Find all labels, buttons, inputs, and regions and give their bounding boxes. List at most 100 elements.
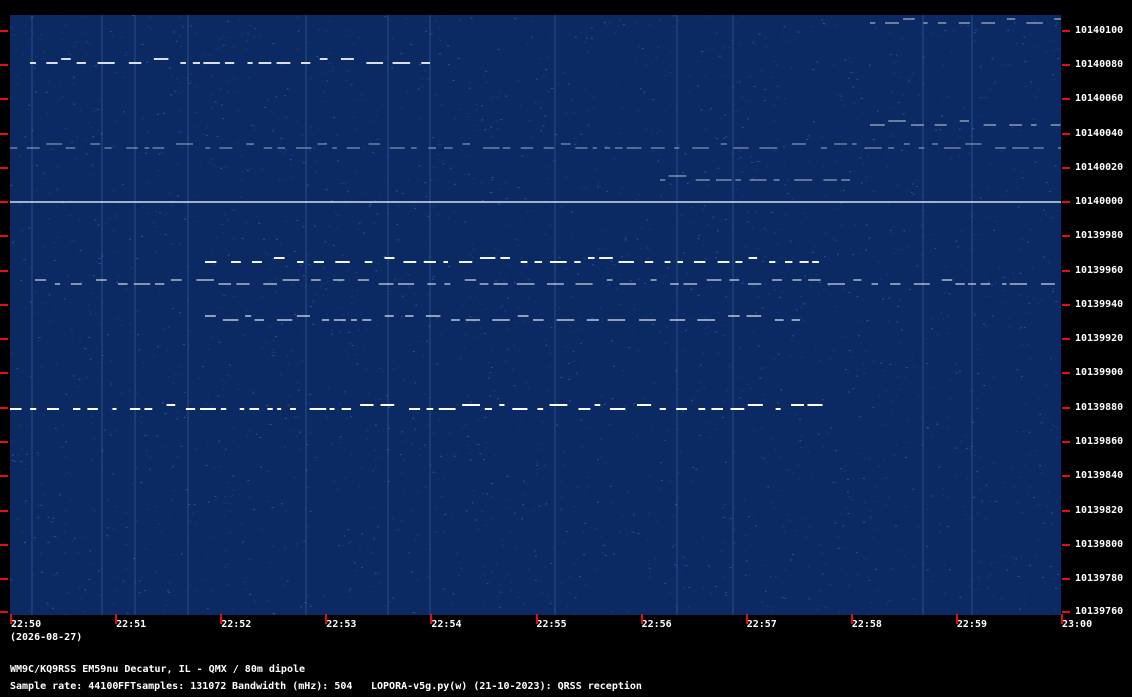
noise-speck (263, 106, 266, 108)
noise-speck (92, 137, 95, 139)
noise-speck (723, 45, 726, 47)
noise-speck (313, 147, 316, 149)
noise-speck (475, 443, 478, 445)
noise-speck (815, 274, 818, 276)
noise-speck (574, 50, 577, 52)
noise-speck (34, 91, 37, 93)
noise-speck (289, 395, 292, 397)
noise-speck (703, 75, 706, 77)
noise-speck (548, 365, 551, 367)
noise-speck (916, 265, 919, 267)
noise-speck (637, 194, 640, 196)
noise-speck (881, 130, 884, 132)
noise-speck (500, 118, 503, 120)
noise-speck (309, 603, 312, 605)
noise-speck (218, 313, 221, 315)
noise-speck (508, 507, 511, 509)
noise-speck (16, 83, 19, 85)
noise-speck (991, 510, 994, 512)
noise-speck (183, 203, 186, 205)
noise-speck (981, 500, 984, 502)
noise-speck (717, 230, 720, 232)
noise-speck (1013, 277, 1016, 279)
noise-speck (255, 521, 258, 523)
noise-speck (1047, 492, 1050, 494)
noise-speck (636, 435, 639, 437)
noise-speck (63, 298, 66, 300)
noise-speck (344, 477, 347, 479)
noise-speck (227, 584, 230, 586)
noise-speck (962, 107, 965, 109)
noise-speck (307, 41, 310, 43)
noise-speck (748, 99, 751, 101)
noise-speck (989, 500, 992, 502)
noise-speck (889, 229, 892, 231)
noise-speck (549, 224, 552, 226)
noise-speck (146, 61, 149, 63)
noise-speck (394, 278, 397, 280)
noise-speck (569, 324, 572, 326)
noise-speck (728, 47, 731, 49)
noise-speck (784, 530, 787, 532)
noise-speck (603, 22, 606, 24)
noise-speck (90, 460, 93, 462)
noise-speck (419, 117, 422, 119)
noise-speck (89, 175, 92, 177)
noise-speck (1020, 238, 1023, 240)
noise-speck (89, 563, 92, 565)
noise-speck (413, 293, 416, 295)
noise-speck (114, 146, 117, 148)
noise-speck (735, 188, 738, 190)
noise-speck (471, 243, 474, 245)
noise-speck (336, 226, 339, 228)
noise-speck (840, 224, 843, 226)
noise-speck (42, 172, 45, 174)
noise-speck (709, 437, 712, 439)
noise-speck (800, 306, 803, 308)
noise-speck (825, 195, 828, 197)
noise-speck (1055, 301, 1058, 303)
noise-speck (652, 323, 655, 325)
noise-speck (25, 423, 28, 425)
noise-speck (703, 205, 706, 207)
noise-speck (543, 466, 546, 468)
noise-speck (746, 76, 749, 78)
noise-speck (176, 195, 179, 197)
noise-speck (345, 80, 348, 82)
noise-speck (295, 546, 298, 548)
noise-speck (792, 554, 795, 556)
noise-speck (181, 147, 184, 149)
noise-speck (979, 97, 982, 99)
noise-speck (557, 83, 560, 85)
noise-speck (176, 418, 179, 420)
y-tick-mark (1062, 98, 1070, 100)
noise-speck (838, 560, 841, 562)
noise-speck (350, 416, 353, 418)
noise-speck (180, 553, 183, 555)
noise-speck (763, 100, 766, 102)
noise-speck (430, 33, 433, 35)
noise-speck (183, 416, 186, 418)
noise-speck (417, 88, 420, 90)
noise-speck (374, 468, 377, 470)
noise-speck (95, 261, 98, 263)
noise-speck (914, 319, 917, 321)
noise-speck (1020, 327, 1023, 329)
noise-speck (852, 254, 855, 256)
noise-speck (76, 385, 79, 387)
noise-speck (1004, 196, 1007, 198)
noise-speck (598, 248, 601, 250)
noise-speck (167, 326, 170, 328)
noise-speck (88, 336, 91, 338)
noise-speck (284, 95, 287, 97)
noise-speck (903, 555, 906, 557)
noise-speck (210, 589, 213, 591)
noise-speck (518, 425, 521, 427)
noise-speck (210, 405, 213, 407)
noise-speck (427, 260, 430, 262)
noise-speck (648, 567, 651, 569)
noise-speck (1041, 417, 1044, 419)
noise-speck (782, 146, 785, 148)
noise-speck (648, 512, 651, 514)
noise-speck (122, 111, 125, 113)
